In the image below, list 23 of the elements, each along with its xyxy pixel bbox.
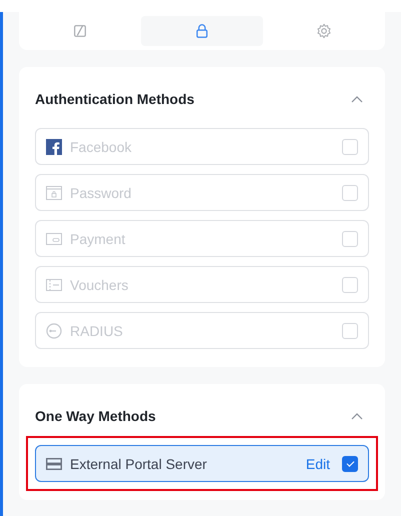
edit-link[interactable]: Edit (306, 456, 330, 472)
section-title: Authentication Methods (35, 91, 194, 107)
edit-icon (72, 23, 88, 39)
method-option[interactable]: External Portal Server Edit (35, 445, 369, 482)
card-icon (46, 230, 62, 246)
method-label: External Portal Server (70, 456, 208, 472)
chevron-icon[interactable] (351, 95, 363, 103)
settings-icon (316, 23, 332, 39)
lock-icon (194, 23, 210, 39)
chevron-icon[interactable] (351, 412, 363, 420)
method-label: Payment (70, 230, 126, 246)
method-label: Password (70, 184, 132, 200)
server-icon (46, 456, 62, 472)
method-label: RADIUS (70, 322, 124, 338)
section-title: One Way Methods (35, 408, 156, 424)
method-label: Vouchers (70, 276, 130, 292)
voucher-icon (46, 276, 62, 292)
tab[interactable] (141, 16, 263, 46)
checkbox[interactable] (342, 456, 358, 472)
method-label: Facebook (70, 138, 132, 154)
facebook-icon (46, 138, 62, 154)
password-icon (46, 184, 62, 200)
radius-icon (46, 322, 62, 338)
